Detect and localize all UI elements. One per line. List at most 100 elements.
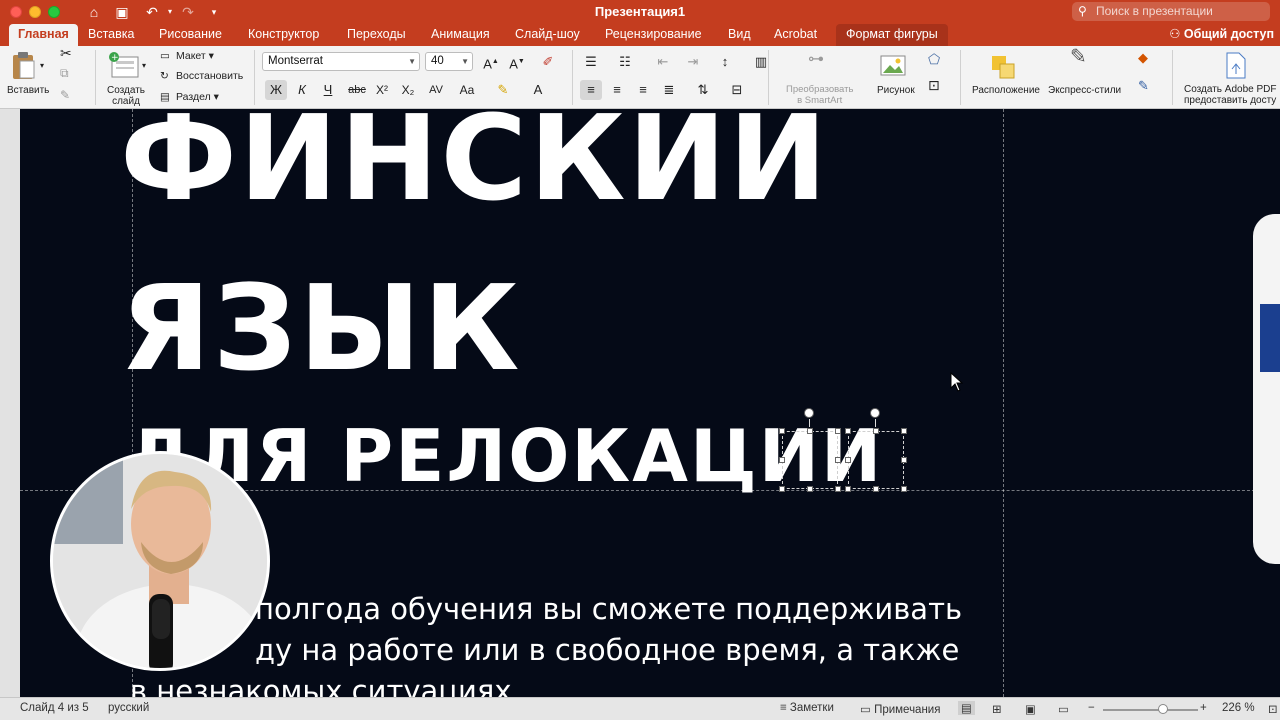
resize-handle[interactable] [779,486,785,492]
font-name-combo[interactable]: Montserrat ▼ [262,52,420,71]
copy-icon[interactable]: ⧉ [60,67,69,79]
comments-button[interactable]: ▭ Примечания [860,702,940,716]
font-size-combo[interactable]: 40 ▼ [425,52,473,71]
quick-styles-button[interactable]: Экспресс-стили [1048,85,1121,96]
resize-handle[interactable] [901,428,907,434]
tab-shape-format[interactable]: Формат фигуры [836,24,948,46]
superscript-button[interactable]: X² [371,80,393,100]
selected-glyph-frame[interactable] [782,431,838,489]
resize-handle[interactable] [845,457,851,463]
resize-handle[interactable] [901,457,907,463]
shape-fill-icon[interactable]: ◆ [1138,51,1148,64]
section-button[interactable]: Раздел ▾ [176,91,219,103]
decrease-font-size-button[interactable]: A▼ [506,52,528,72]
arrange-button[interactable]: Расположение [972,85,1040,96]
numbering-icon[interactable]: ☷ [614,52,636,72]
tab-draw[interactable]: Рисование [159,24,222,46]
align-text-icon[interactable]: ⊟ [726,80,748,100]
increase-font-size-button[interactable]: A▲ [480,52,502,72]
rotate-handle[interactable] [870,408,880,418]
search-input[interactable]: ⚲ Поиск в презентации [1072,2,1270,21]
cut-icon[interactable]: ✂ [60,46,72,60]
reading-view-icon[interactable]: ▣ [1025,702,1036,716]
shape-outline-icon[interactable]: ✎ [1138,79,1149,92]
slide-counter: Слайд 4 из 5 [20,702,89,714]
resize-handle[interactable] [807,486,813,492]
flag-card[interactable] [1253,214,1280,564]
tab-animations[interactable]: Анимация [431,24,490,46]
resize-handle[interactable] [873,428,879,434]
slideshow-view-icon[interactable]: ▭ [1058,702,1069,716]
body-text[interactable]: полгода обучения вы сможете поддерживать… [130,589,1050,697]
subscript-button[interactable]: X₂ [397,80,419,100]
fit-slide-icon[interactable]: ⊡ [1268,702,1278,716]
create-adobe-pdf-button[interactable]: Создать Adobe PDF предоставить досту [1184,84,1276,106]
line-spacing-icon[interactable]: ↕ [714,52,736,72]
clear-formatting-icon[interactable]: ✐ [537,52,559,72]
bullets-icon[interactable]: ☰ [580,52,602,72]
zoom-slider-thumb[interactable] [1158,704,1168,714]
heading-line-3[interactable]: ДЛЯ РЕЛОКАЦИИ [128,414,883,498]
smartart-icon: ⊶ [808,51,824,68]
notes-button[interactable]: ≡ Заметки [780,702,834,714]
resize-handle[interactable] [845,486,851,492]
tab-transitions[interactable]: Переходы [347,24,406,46]
underline-button[interactable]: Ч [317,80,339,100]
zoom-in-icon[interactable]: + [1200,702,1207,714]
justify-icon[interactable]: ≣ [658,80,680,100]
zoom-level[interactable]: 226 % [1222,702,1255,714]
format-painter-icon[interactable]: ✎ [60,89,70,101]
change-case-icon[interactable]: Aa [456,80,478,100]
align-left-icon[interactable]: ≡ [580,80,602,100]
strikethrough-button[interactable]: abc [345,80,369,100]
resize-handle[interactable] [835,428,841,434]
zoom-slider[interactable] [1103,709,1198,711]
chevron-down-icon: ▼ [408,57,416,66]
decrease-indent-icon[interactable]: ⇤ [652,52,674,72]
character-spacing-icon[interactable]: AV [425,80,447,100]
language-indicator[interactable]: русский [108,702,149,714]
paste-dropdown-icon[interactable]: ▾ [40,60,44,71]
reset-button[interactable]: Восстановить [176,70,243,82]
resize-handle[interactable] [779,428,785,434]
layout-button[interactable]: Макет ▾ [176,50,214,62]
bold-button[interactable]: Ж [265,80,287,100]
convert-to-smartart-button[interactable]: Преобразовать в SmartArt [786,84,853,106]
selected-glyph-frame[interactable] [848,431,904,489]
resize-handle[interactable] [845,428,851,434]
resize-handle[interactable] [901,486,907,492]
rotate-handle[interactable] [804,408,814,418]
text-direction-icon[interactable]: ⇅ [692,80,714,100]
increase-indent-icon[interactable]: ⇥ [682,52,704,72]
zoom-out-icon[interactable]: − [1088,702,1095,714]
new-slide-button[interactable]: Создать слайд [107,85,145,107]
heading-line-1[interactable]: ФИНСКИЙ [120,109,829,227]
resize-handle[interactable] [835,457,841,463]
highlight-icon[interactable]: ✎ [492,80,514,100]
resize-handle[interactable] [873,486,879,492]
slide-sorter-icon[interactable]: ⊞ [992,702,1002,716]
shapes-icon[interactable]: ⬠ [928,52,940,66]
text-box-icon[interactable]: ⊡ [928,78,940,92]
paste-button[interactable]: Вставить [7,85,49,96]
tab-insert[interactable]: Вставка [88,24,134,46]
italic-button[interactable]: К [291,80,313,100]
picture-button[interactable]: Рисунок [877,85,915,96]
normal-view-icon[interactable]: ▤ [958,701,975,715]
align-center-icon[interactable]: ≡ [606,80,628,100]
align-right-icon[interactable]: ≡ [632,80,654,100]
heading-line-2[interactable]: ЯЗЫК [120,259,521,397]
tab-design[interactable]: Конструктор [248,24,319,46]
resize-handle[interactable] [835,486,841,492]
tab-slideshow[interactable]: Слайд-шоу [515,24,580,46]
new-slide-dropdown-icon[interactable]: ▾ [142,60,146,71]
font-color-icon[interactable]: A [527,80,549,100]
tab-review[interactable]: Рецензирование [605,24,702,46]
share-label: Общий доступ [1183,27,1274,41]
resize-handle[interactable] [807,428,813,434]
tab-view[interactable]: Вид [728,24,751,46]
resize-handle[interactable] [779,457,785,463]
tab-home[interactable]: Главная [9,24,78,46]
share-button[interactable]: ⚇ Общий доступ [1169,24,1274,46]
tab-acrobat[interactable]: Acrobat [774,24,817,46]
